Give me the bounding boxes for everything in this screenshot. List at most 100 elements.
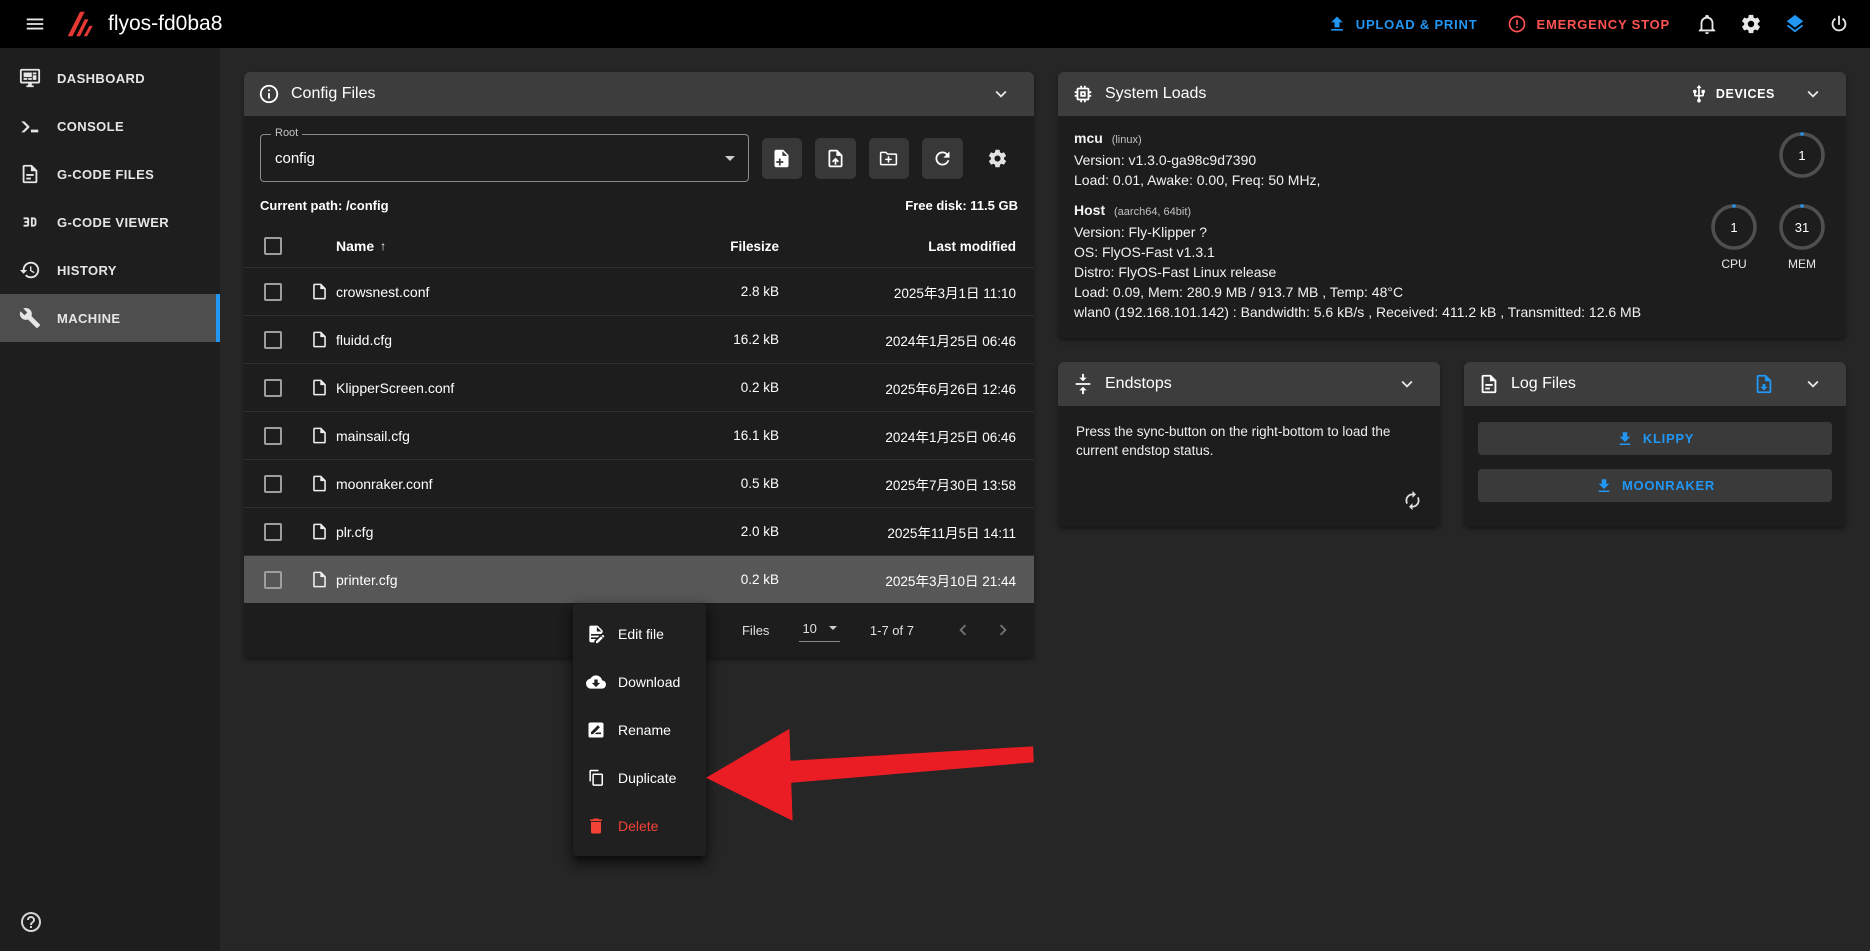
context-menu-rename[interactable]: Rename [573,706,706,754]
context-menu-edit-file[interactable]: Edit file [573,610,706,658]
console-icon [19,115,41,137]
file-name: crowsnest.conf [336,284,629,300]
file-size: 2.8 kB [629,284,779,299]
help-button[interactable] [10,901,52,943]
create-file-button[interactable] [762,138,803,179]
cpu-gauge: 1 [1709,202,1759,252]
klippy-log-button[interactable]: KLIPPY [1478,422,1832,455]
endstops-sync-button[interactable] [1392,480,1432,520]
file-name: KlipperScreen.conf [336,380,629,396]
row-checkbox[interactable] [264,475,282,493]
file-icon [302,330,336,349]
devices-button[interactable]: DEVICES [1681,76,1783,112]
sidebar-item-machine[interactable]: MACHINE [0,294,220,342]
row-checkbox[interactable] [264,427,282,445]
theme-button[interactable] [1774,3,1816,45]
table-row[interactable]: mainsail.cfg 16.1 kB 2024年1月25日 06:46 [244,411,1034,459]
select-all-checkbox[interactable] [264,237,282,255]
previous-page-button[interactable] [944,611,982,649]
context-menu-download[interactable]: Download [573,658,706,706]
wrench-icon [19,307,41,329]
file-settings-button[interactable] [978,138,1019,179]
column-header-last-modified[interactable]: Last modified [779,239,1034,254]
log-files-collapse-button[interactable] [1794,365,1832,403]
notifications-button[interactable] [1686,3,1728,45]
mcu-block: mcu (linux) Version: v1.3.0-ga98c9d7390 … [1074,128,1830,190]
sync-icon [1402,490,1423,511]
moonraker-log-button[interactable]: MOONRAKER [1478,469,1832,502]
upload-file-button[interactable] [815,138,856,179]
current-path: Current path: /config [260,198,389,213]
gcode-viewer-3d-icon [19,211,41,233]
file-modified: 2025年6月26日 12:46 [779,378,1034,398]
cloud-download-icon [586,672,606,692]
info-icon [258,83,280,105]
sidebar-item-gcode-files[interactable]: G-CODE FILES [0,150,220,198]
context-menu-label: Rename [618,722,671,738]
sidebar-item-gcode-viewer[interactable]: G-CODE VIEWER [0,198,220,246]
column-header-name[interactable]: Name ↑ [336,238,629,254]
table-row[interactable]: plr.cfg 2.0 kB 2025年11月5日 14:11 [244,507,1034,555]
row-checkbox[interactable] [264,283,282,301]
file-context-menu: Edit file Download Rename Duplicate Dele… [573,604,706,856]
host-version: Version: Fly-Klipper ? [1074,222,1706,242]
table-row[interactable]: fluidd.cfg 16.2 kB 2024年1月25日 06:46 [244,315,1034,363]
file-icon [302,282,336,301]
row-checkbox[interactable] [264,331,282,349]
context-menu-label: Duplicate [618,770,676,786]
refresh-button[interactable] [922,138,963,179]
table-row-selected[interactable]: printer.cfg 0.2 kB 2025年3月10日 21:44 [244,555,1034,603]
host-block: Host (aarch64, 64bit) Version: Fly-Klipp… [1074,200,1830,322]
sidebar-item-label: MACHINE [57,311,120,326]
log-files-panel: Log Files [1464,362,1846,526]
file-icon [302,426,336,445]
root-select[interactable]: Root config [260,134,749,182]
upload-icon [1327,14,1347,34]
file-modified: 2025年11月5日 14:11 [779,522,1034,542]
file-size: 0.2 kB [629,380,779,395]
create-folder-button[interactable] [869,138,910,179]
next-page-button[interactable] [984,611,1022,649]
table-row[interactable]: moonraker.conf 0.5 kB 2025年7月30日 13:58 [244,459,1034,507]
sidebar-item-console[interactable]: CONSOLE [0,102,220,150]
trash-icon [586,816,606,836]
per-page-select[interactable]: 10 [799,619,839,642]
table-row[interactable]: KlipperScreen.conf 0.2 kB 2025年6月26日 12:… [244,363,1034,411]
context-menu-label: Edit file [618,626,664,642]
gear-icon [987,148,1008,169]
context-menu-label: Download [618,674,680,690]
row-checkbox[interactable] [264,379,282,397]
system-loads-header: System Loads DEVICES [1058,72,1846,116]
root-select-value: config [275,150,315,167]
file-icon [302,570,336,589]
endstops-collapse-button[interactable] [1388,365,1426,403]
sidebar-item-history[interactable]: HISTORY [0,246,220,294]
gcode-files-icon [19,163,41,185]
file-name: printer.cfg [336,572,629,588]
sort-ascending-icon: ↑ [380,239,386,253]
upload-print-button[interactable]: UPLOAD & PRINT [1313,6,1492,42]
sidebar-item-dashboard[interactable]: DASHBOARD [0,54,220,102]
download-icon [1595,477,1613,495]
config-files-collapse-button[interactable] [982,75,1020,113]
menu-button[interactable] [14,3,56,45]
power-icon [1828,13,1850,35]
row-checkbox[interactable] [264,523,282,541]
table-row[interactable]: crowsnest.conf 2.8 kB 2025年3月1日 11:10 [244,267,1034,315]
context-menu-duplicate[interactable]: Duplicate [573,754,706,802]
column-header-filesize[interactable]: Filesize [629,239,779,254]
chevron-down-icon [990,83,1012,105]
row-checkbox[interactable] [264,571,282,589]
dropdown-caret-icon [725,156,735,161]
settings-button[interactable] [1730,3,1772,45]
context-menu-delete[interactable]: Delete [573,802,706,850]
download-logs-button[interactable] [1745,365,1783,403]
emergency-stop-button[interactable]: EMERGENCY STOP [1493,6,1684,42]
chevron-left-icon [952,619,974,641]
dashboard-icon [19,67,41,89]
power-button[interactable] [1818,3,1860,45]
file-name: fluidd.cfg [336,332,629,348]
rename-icon [586,720,606,740]
folder-plus-icon [878,148,899,169]
system-loads-collapse-button[interactable] [1794,75,1832,113]
